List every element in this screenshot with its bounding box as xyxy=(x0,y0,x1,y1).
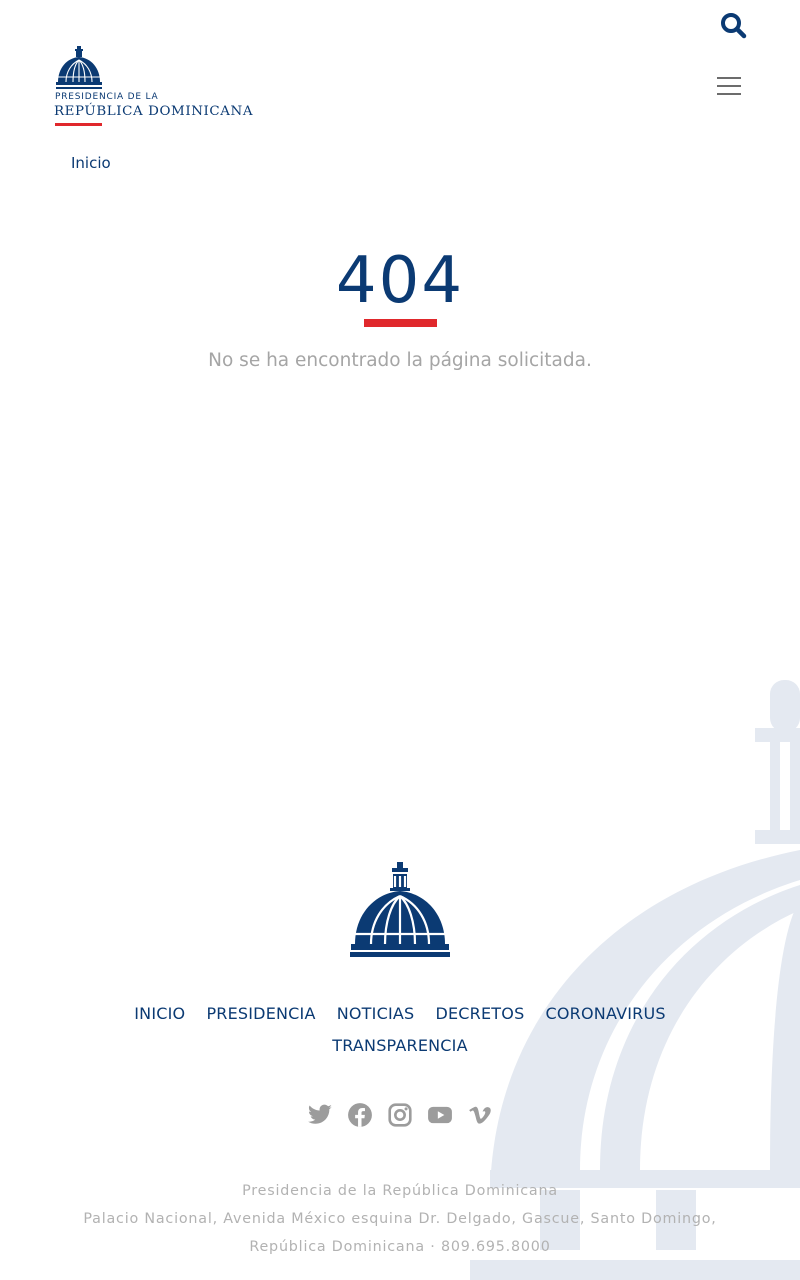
footer-nav-noticias[interactable]: NOTICIAS xyxy=(337,1004,415,1023)
footer-nav-transparencia[interactable]: TRANSPARENCIA xyxy=(332,1036,468,1055)
site-logo[interactable]: PRESIDENCIA DE LA REPÚBLICA DOMINICANA xyxy=(54,44,260,128)
error-message: No se ha encontrado la página solicitada… xyxy=(208,350,592,371)
logo-accent-bar xyxy=(55,123,102,126)
social-links xyxy=(0,1102,800,1128)
error-code: 404 xyxy=(335,244,465,318)
twitter-icon xyxy=(307,1104,332,1124)
youtube-icon xyxy=(428,1106,452,1124)
vimeo-icon xyxy=(469,1106,491,1124)
menu-toggle-button[interactable] xyxy=(712,72,746,100)
search-icon xyxy=(721,13,747,39)
facebook-link[interactable] xyxy=(346,1102,374,1128)
footer-org-name: Presidencia de la República Dominicana xyxy=(242,1183,558,1199)
footer-nav-coronavirus[interactable]: CORONAVIRUS xyxy=(546,1004,666,1023)
footer-dome-logo-icon xyxy=(350,862,450,957)
footer-address: Presidencia de la República Dominicana P… xyxy=(0,1177,800,1261)
footer-nav: INICIO PRESIDENCIA NOTICIAS DECRETOS COR… xyxy=(100,998,700,1062)
footer-nav-presidencia[interactable]: PRESIDENCIA xyxy=(206,1004,315,1023)
youtube-link[interactable] xyxy=(426,1102,454,1128)
footer-nav-decretos[interactable]: DECRETOS xyxy=(435,1004,524,1023)
error-accent-bar xyxy=(364,319,437,327)
twitter-link[interactable] xyxy=(306,1102,334,1128)
logo-text-top: PRESIDENCIA DE LA xyxy=(55,92,159,102)
logo-text-bottom: REPÚBLICA DOMINICANA xyxy=(54,104,254,119)
instagram-link[interactable] xyxy=(386,1102,414,1128)
footer-nav-inicio[interactable]: INICIO xyxy=(134,1004,185,1023)
dome-logo-icon xyxy=(56,46,102,89)
instagram-icon xyxy=(388,1103,412,1127)
breadcrumb-home-link[interactable]: Inicio xyxy=(71,154,111,172)
facebook-icon xyxy=(348,1103,372,1127)
hamburger-menu-icon xyxy=(717,77,741,79)
search-button[interactable] xyxy=(716,8,750,42)
vimeo-link[interactable] xyxy=(466,1102,494,1128)
footer-address-line: Palacio Nacional, Avenida México esquina… xyxy=(83,1211,717,1227)
footer-contact-line: República Dominicana · 809.695.8000 xyxy=(249,1239,551,1255)
